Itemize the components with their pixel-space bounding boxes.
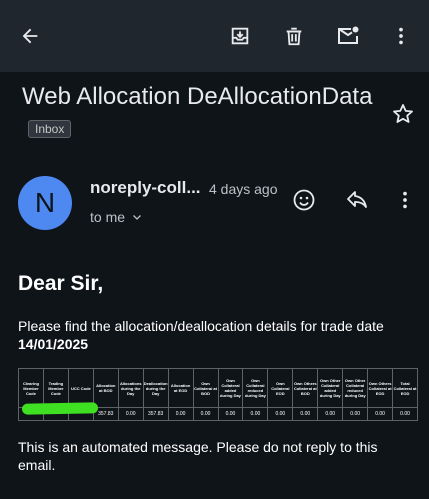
star-icon xyxy=(393,104,413,123)
column-header: Clearing Member Code xyxy=(18,368,44,408)
column-header: Trading Member Code xyxy=(42,368,69,408)
column-header: Own Collateral reduced during Day xyxy=(242,368,269,408)
star-button[interactable] xyxy=(388,99,418,129)
table-cell: 0.00 xyxy=(267,407,294,421)
column-header: Own Collateral at BOD xyxy=(192,368,219,408)
arrow-back-icon xyxy=(22,28,38,44)
email-subject: Web Allocation DeAllocationData Inbox xyxy=(22,80,382,148)
column-header: Deallocation during the Day xyxy=(142,368,169,408)
table-cell: 0.00 xyxy=(192,407,219,421)
greeting: Dear Sir, xyxy=(18,272,104,295)
delete-button[interactable] xyxy=(278,20,310,52)
table-cell: 0.00 xyxy=(317,407,344,421)
trade-date: 14/01/2025 xyxy=(18,336,89,352)
reply-icon xyxy=(347,191,367,208)
more-vert-icon xyxy=(403,191,407,209)
smiley-icon xyxy=(293,189,315,211)
table-cell: 0.00 xyxy=(392,407,418,421)
column-header: Own Collateral EOD xyxy=(267,368,294,408)
message-more-button[interactable] xyxy=(389,184,421,216)
email-time: 4 days ago xyxy=(209,181,278,197)
table-cell: 0.00 xyxy=(342,407,369,421)
mark-unread-button[interactable] xyxy=(332,20,364,52)
table-cell: 0.00 xyxy=(167,407,194,421)
redaction-mark xyxy=(21,402,99,415)
inbox-label-badge[interactable]: Inbox xyxy=(28,119,72,138)
column-header: Own Others Collateral at EOD xyxy=(367,368,394,408)
sender-name: noreply-coll... xyxy=(90,178,201,197)
sender-avatar[interactable]: N xyxy=(18,176,72,230)
column-header: Own Others Collateral at BOD xyxy=(292,368,319,408)
table-cell: 0.00 xyxy=(292,407,319,421)
table-cell: 0.00 xyxy=(117,407,144,421)
column-header: Own Other Collateral added during Day xyxy=(317,368,344,408)
chevron-down-icon xyxy=(133,215,141,220)
column-header: Allocation at BOD xyxy=(92,368,119,408)
table-cell: 0.00 xyxy=(217,407,244,421)
table-cell: 0.00 xyxy=(242,407,269,421)
column-header: Own Collateral added during Day xyxy=(217,368,244,408)
more-vert-icon xyxy=(399,27,403,45)
reply-button[interactable] xyxy=(341,184,373,216)
column-header: Own Other Collateral reduced during Day xyxy=(342,368,369,408)
column-header: Allocations during the Day xyxy=(117,368,144,408)
table-header-row: Clearing Member Code Trading Member Code… xyxy=(18,368,418,408)
archive-button[interactable] xyxy=(224,20,256,52)
intro-paragraph: Please find the allocation/deallocation … xyxy=(18,317,413,353)
footer-notice: This is an automated message. Please do … xyxy=(18,439,378,473)
intro-text: Please find the allocation/deallocation … xyxy=(18,318,384,334)
column-header: Allocation at EOD xyxy=(167,368,194,408)
table-cell: 357.83 xyxy=(142,407,169,421)
more-button[interactable] xyxy=(385,20,417,52)
top-toolbar xyxy=(0,0,429,72)
trash-icon xyxy=(286,27,302,46)
back-button[interactable] xyxy=(14,20,46,52)
mark-unread-icon xyxy=(338,26,359,44)
recipient-details-toggle[interactable]: to me xyxy=(90,209,143,225)
column-header: Total Collateral at EOD xyxy=(392,368,418,408)
table-cell: 0.00 xyxy=(367,407,394,421)
recipient-text: to me xyxy=(90,209,126,225)
subject-text: Web Allocation DeAllocationData xyxy=(22,83,373,110)
react-emoji-button[interactable] xyxy=(288,184,320,216)
archive-icon xyxy=(231,27,249,45)
